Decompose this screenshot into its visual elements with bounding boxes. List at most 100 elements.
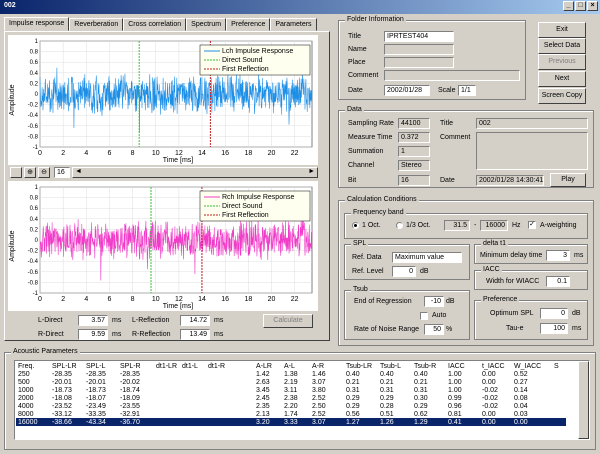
a-weighting-label: A-weighting	[540, 222, 577, 229]
main-window: 002 _ □ × Impulse response Reverberation…	[0, 0, 600, 454]
legend-rch: Rch Impulse Response	[222, 194, 294, 201]
r-reflection-unit: ms	[214, 331, 224, 338]
select-data-button[interactable]: Select Data	[538, 38, 586, 54]
table-cell: -0.02	[482, 386, 498, 394]
min-delay-value[interactable]: 3	[546, 250, 570, 261]
table-header[interactable]: t_IACC	[480, 362, 512, 370]
end-regression-unit: dB	[446, 298, 455, 305]
table-header[interactable]: A-L	[282, 362, 310, 370]
table-header[interactable]: SPL-LR	[50, 362, 84, 370]
a-weighting-checkbox[interactable]: ✓	[528, 221, 536, 229]
table-header[interactable]: W_IACC	[512, 362, 552, 370]
auto-checkbox[interactable]	[420, 312, 428, 320]
tab-cross-correlation[interactable]: Cross correlation	[123, 18, 187, 31]
table-cell	[180, 394, 206, 402]
width-wiacc-value[interactable]: 0.1	[546, 276, 570, 287]
x-tick-label: 16	[221, 150, 229, 157]
y-tick-label: 0.2	[30, 227, 39, 233]
calculate-button[interactable]: Calculate	[263, 314, 313, 328]
data-title-value: 002	[476, 118, 588, 129]
maximize-button[interactable]: □	[575, 1, 586, 11]
noise-range-value[interactable]: 50	[424, 324, 444, 335]
table-cell: 0.40	[346, 370, 360, 378]
scroll-left-icon[interactable]: ◄	[75, 168, 82, 175]
table-cell: 1.00	[448, 378, 462, 386]
table-row[interactable]: 500 -20.01 -20.01 -20.02 2.63 2.19 3.07 0.21 0.2…	[16, 378, 566, 386]
folder-date-label: Date	[348, 87, 363, 94]
tab-parameters[interactable]: Parameters	[270, 18, 317, 31]
print-icon[interactable]	[10, 167, 22, 178]
table-row[interactable]: 4000 -23.52 -23.49 -23.55 2.35 2.20 2.50 0.29 0.…	[16, 402, 566, 410]
table-header[interactable]: Tsub-R	[412, 362, 446, 370]
next-button[interactable]: Next	[538, 71, 586, 87]
spl-title: SPL	[351, 240, 369, 247]
tab-reverberation[interactable]: Reverberation	[69, 18, 124, 31]
table-cell: -18.08	[52, 394, 72, 402]
radio-third-oct[interactable]	[396, 222, 403, 229]
exit-button[interactable]: Exit	[538, 22, 586, 38]
zoom-out-icon[interactable]: ⊖	[38, 167, 50, 178]
screen-copy-button[interactable]: Screen Copy	[538, 88, 586, 104]
ref-level-value[interactable]: 0	[392, 266, 416, 277]
table-header[interactable]: A-LR	[254, 362, 282, 370]
table-header[interactable]: Tsub-LR	[344, 362, 378, 370]
zoom-in-icon[interactable]: ⊕	[24, 167, 36, 178]
table-row[interactable]: 8000 -33.12 -33.35 -32.91 2.13 1.74 2.52 0.56 0.…	[16, 410, 566, 418]
table-header[interactable]: SPL-L	[84, 362, 118, 370]
end-regression-value[interactable]: -10	[424, 296, 444, 307]
table-cell: 0.52	[514, 370, 528, 378]
tab-preference[interactable]: Preference	[226, 18, 271, 31]
play-button[interactable]: Play	[550, 173, 586, 187]
ref-data-select[interactable]: Maximum value	[392, 252, 462, 263]
table-header[interactable]: dt1-R	[206, 362, 254, 370]
table-cell: 0.29	[380, 394, 394, 402]
table-header[interactable]: S	[552, 362, 566, 370]
scroll-right-icon[interactable]: ►	[308, 168, 315, 175]
noise-range-label: Rate of Noise Range	[354, 326, 419, 333]
table-row[interactable]: 16000 -38.66 -43.34 -36.70 3.20 3.33 3.07 1.27 1…	[16, 418, 566, 426]
table-cell	[180, 418, 206, 426]
min-delay-unit: ms	[574, 252, 584, 259]
acoustic-params-title: Acoustic Parameters	[11, 348, 80, 355]
table-cell: 2.20	[284, 402, 298, 410]
folder-place-label: Place	[348, 59, 366, 66]
table-cell: 3.80	[312, 386, 326, 394]
table-cell	[154, 394, 180, 402]
table-row[interactable]: 1000 -18.73 -18.73 -18.74 3.45 3.11 3.80 0.31 0.…	[16, 386, 566, 394]
deltat1-title: delta t1	[481, 240, 508, 247]
tab-spectrum[interactable]: Spectrum	[186, 18, 227, 31]
table-header[interactable]: IACC	[446, 362, 480, 370]
time-scrollbar[interactable]: ◄ ►	[72, 167, 318, 178]
sampling-rate-value: 44100	[398, 118, 430, 129]
table-row[interactable]: 250 -28.35 -28.35 -28.35 1.42 1.38 1.46 0.40 0.4…	[16, 370, 566, 378]
minimize-button[interactable]: _	[563, 1, 574, 11]
table-cell	[180, 370, 206, 378]
table-cell: 0.40	[380, 370, 394, 378]
table-header[interactable]: SPL-R	[118, 362, 154, 370]
optimum-spl-value[interactable]: 0	[540, 308, 568, 319]
table-header[interactable]: Tsub-L	[378, 362, 412, 370]
radio-1-oct[interactable]	[352, 222, 359, 229]
tau-e-value[interactable]: 100	[540, 323, 568, 334]
table-header[interactable]: A-R	[310, 362, 344, 370]
tab-impulse-response[interactable]: Impulse response	[4, 17, 70, 31]
acoustic-scrollbar[interactable]	[578, 361, 589, 439]
plot-top-legend: Lch Impulse Response Direct Sound First …	[199, 44, 311, 76]
table-header[interactable]: dt1-LR	[154, 362, 180, 370]
title-bar: 002 _ □ ×	[0, 0, 600, 14]
table-cell: 4000	[18, 402, 34, 410]
table-cell: 3.11	[284, 386, 298, 394]
table-cell: -32.91	[120, 410, 140, 418]
table-cell: 0.81	[448, 410, 462, 418]
l-reflection-label: L-Reflection	[132, 317, 170, 324]
table-header[interactable]: Freq.	[16, 362, 50, 370]
table-cell: -0.02	[482, 402, 498, 410]
table-row[interactable]: 2000 -18.08 -18.07 -18.09 2.45 2.38 2.52 0.29 0.…	[16, 394, 566, 402]
table-header[interactable]: dt1-L	[180, 362, 206, 370]
zoom-value[interactable]: 16	[54, 167, 70, 178]
close-button[interactable]: ×	[587, 1, 598, 11]
table-cell	[552, 402, 566, 410]
plot-top: 10.80.60.40.20-0.2-0.4-0.6-0.8-10 2 4 6 8 10 1…	[8, 35, 318, 165]
data-date-value: 2002/01/28 14:30:41	[476, 175, 544, 186]
previous-button[interactable]: Previous	[538, 54, 586, 70]
